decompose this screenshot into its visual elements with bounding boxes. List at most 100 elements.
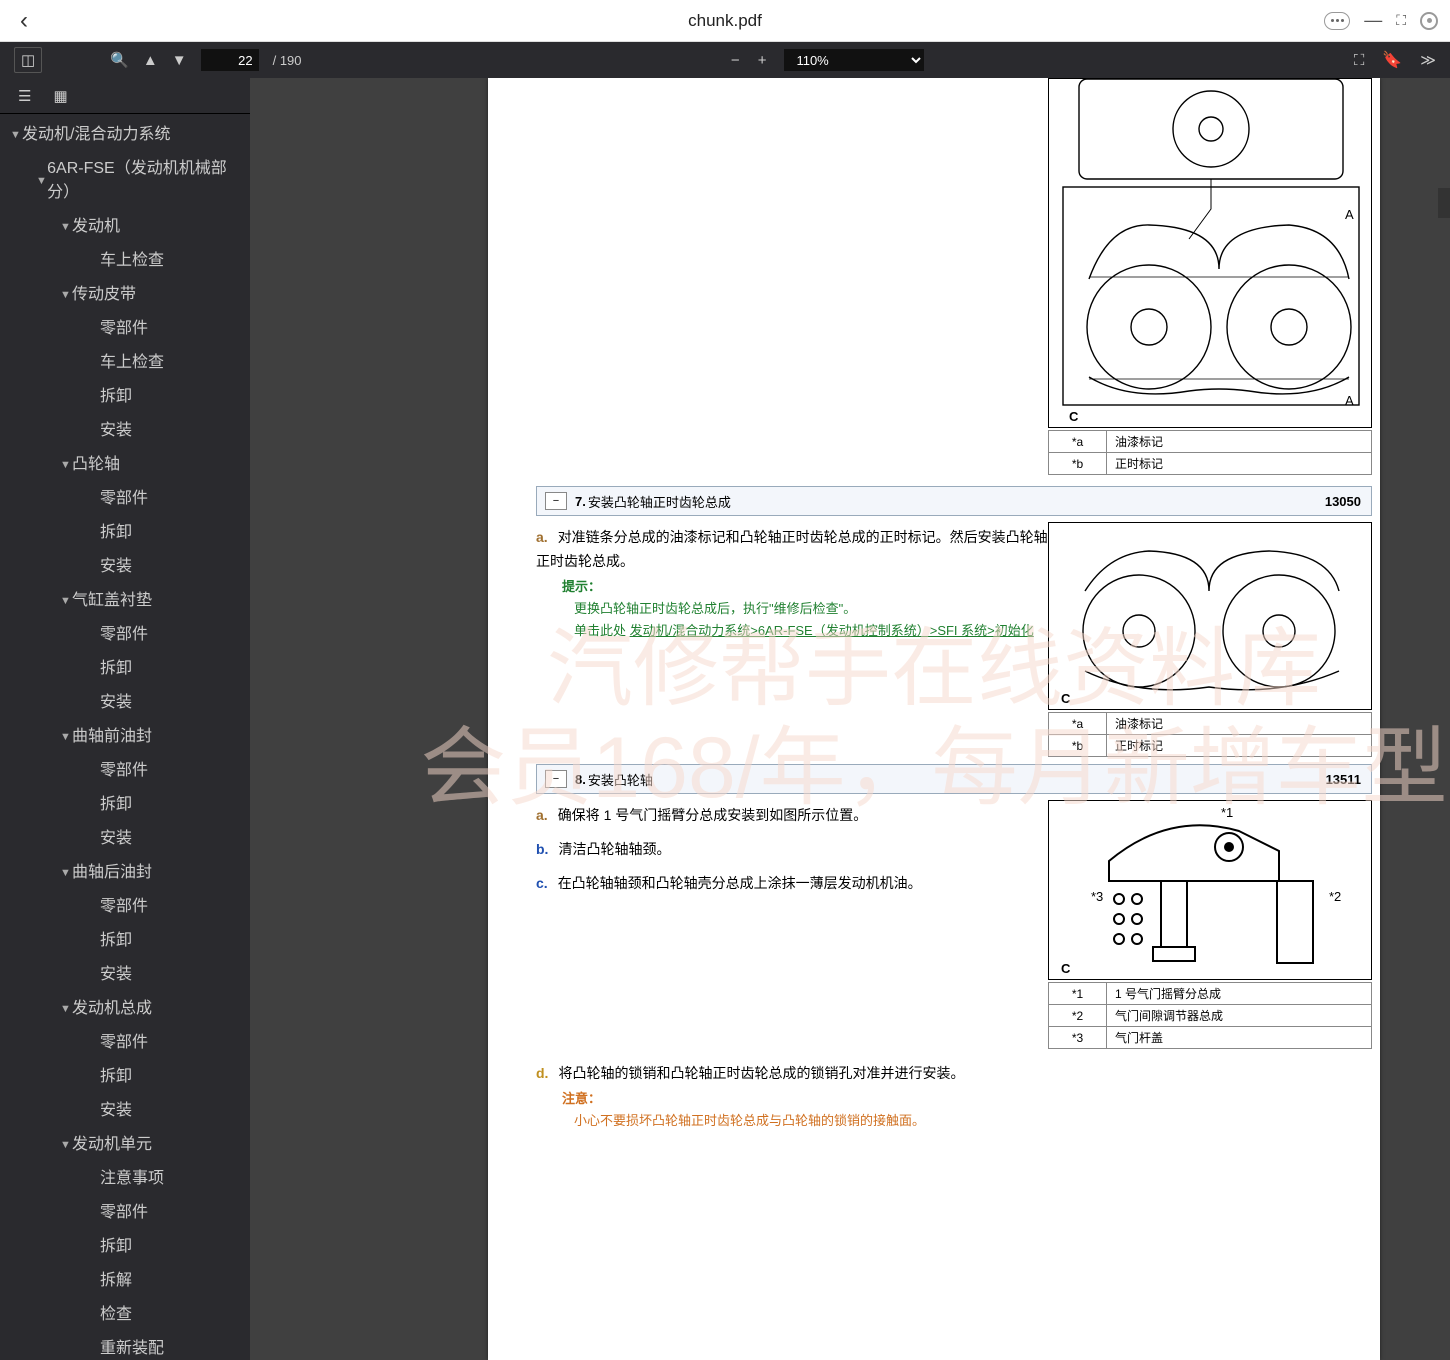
outline-label: 重新装配: [100, 1337, 164, 1360]
outline-item[interactable]: 拆卸: [0, 1230, 250, 1264]
outline-item[interactable]: 零部件: [0, 1196, 250, 1230]
outline-item[interactable]: ▼凸轮轴: [0, 448, 250, 482]
svg-text:*3: *3: [1091, 889, 1103, 904]
outline-label: 零部件: [100, 1201, 148, 1225]
collapse-icon[interactable]: −: [545, 770, 567, 788]
presentation-button[interactable]: ⛶: [1354, 52, 1365, 69]
outline-view-button[interactable]: ☰: [18, 87, 31, 105]
outline-item[interactable]: 拆卸: [0, 380, 250, 414]
outline-label: 车上检查: [100, 351, 164, 375]
svg-text:C: C: [1069, 409, 1079, 424]
page-total-label: / 190: [273, 53, 302, 68]
outline-item[interactable]: 零部件: [0, 618, 250, 652]
outline-item[interactable]: 安装: [0, 958, 250, 992]
outline-item[interactable]: 车上检查: [0, 346, 250, 380]
svg-text:*2: *2: [1329, 889, 1341, 904]
outline-label: 安装: [100, 691, 132, 715]
outline-label: 零部件: [100, 1031, 148, 1055]
outline-item[interactable]: ▼发动机: [0, 210, 250, 244]
outline-item[interactable]: 安装: [0, 414, 250, 448]
pdf-toolbar: ◫ 🔍 ▲ ▼ / 190 − + 110% ⛶ 🔖 ≫: [0, 42, 1450, 78]
outline-item[interactable]: ▼气缸盖衬垫: [0, 584, 250, 618]
outline-label: 发动机单元: [72, 1133, 152, 1157]
zoom-out-button[interactable]: −: [731, 52, 740, 69]
zoom-select[interactable]: 110%: [784, 49, 924, 71]
minimize-button[interactable]: —: [1364, 10, 1382, 31]
outline-item[interactable]: ▼发动机/混合动力系统: [0, 118, 250, 152]
hint-link[interactable]: 发动机/混合动力系统>6AR-FSE（发动机控制系统）>SFI 系统>初始化: [630, 623, 1034, 638]
step-8-body: a.确保将 1 号气门摇臂分总成安装到如图所示位置。 b.清洁凸轮轴轴颈。 c.…: [536, 804, 1056, 895]
outline-label: 车上检查: [100, 249, 164, 273]
outline-item[interactable]: 拆卸: [0, 652, 250, 686]
outline-label: 传动皮带: [72, 283, 136, 307]
zoom-in-button[interactable]: +: [758, 52, 767, 69]
outline-item[interactable]: 安装: [0, 686, 250, 720]
outline-item[interactable]: ▼传动皮带: [0, 278, 250, 312]
outline-item[interactable]: 拆卸: [0, 924, 250, 958]
outline-label: 发动机: [72, 215, 120, 239]
outline-item[interactable]: 拆卸: [0, 516, 250, 550]
outline-item[interactable]: 拆卸: [0, 1060, 250, 1094]
sidebar-toggle-button[interactable]: ◫: [14, 47, 42, 73]
pdf-page: 汽修帮手在线资料库会员168/年，每月新增车型: [488, 78, 1380, 1360]
outline-item[interactable]: 安装: [0, 550, 250, 584]
outline-label: 安装: [100, 827, 132, 851]
outline-item[interactable]: 零部件: [0, 1026, 250, 1060]
outline-label: 注意事项: [100, 1167, 164, 1191]
step-7-header[interactable]: − 7. 安装凸轮轴正时齿轮总成 13050: [536, 486, 1372, 516]
bookmark-icon[interactable]: 🔖: [1382, 50, 1402, 70]
svg-text:C: C: [1061, 961, 1071, 976]
page-down-button[interactable]: ▼: [172, 52, 187, 69]
window-titlebar: ‹ chunk.pdf — ⛶: [0, 0, 1450, 42]
svg-text:A: A: [1345, 393, 1354, 408]
outline-item[interactable]: 拆卸: [0, 788, 250, 822]
outline-item[interactable]: 零部件: [0, 890, 250, 924]
outline-item[interactable]: ▼6AR-FSE（发动机机械部分）: [0, 152, 250, 210]
tools-menu-button[interactable]: ≫: [1420, 51, 1436, 69]
outline-label: 检查: [100, 1303, 132, 1327]
thumbnail-view-button[interactable]: ▦: [53, 87, 67, 105]
outline-item[interactable]: 零部件: [0, 754, 250, 788]
back-button[interactable]: ‹: [12, 7, 36, 35]
outline-label: 凸轮轴: [72, 453, 120, 477]
search-icon[interactable]: 🔍: [110, 51, 129, 69]
figure-2-key: *a油漆标记 *b正时标记: [1048, 712, 1372, 757]
outline-item[interactable]: 零部件: [0, 482, 250, 516]
figure-2: C: [1048, 522, 1372, 710]
collapse-icon[interactable]: −: [545, 492, 567, 510]
outline-item[interactable]: ▼曲轴前油封: [0, 720, 250, 754]
outline-item[interactable]: 车上检查: [0, 244, 250, 278]
outline-item[interactable]: 安装: [0, 1094, 250, 1128]
outline-label: 安装: [100, 963, 132, 987]
outline-item[interactable]: ▼发动机总成: [0, 992, 250, 1026]
page-viewport[interactable]: 汽修帮手在线资料库会员168/年，每月新增车型: [250, 78, 1450, 1360]
outline-label: 拆卸: [100, 1065, 132, 1089]
step-7-body: a.对准链条分总成的油漆标记和凸轮轴正时齿轮总成的正时标记。然后安装凸轮轴正时齿…: [536, 526, 1056, 642]
outline-item[interactable]: ▼发动机单元: [0, 1128, 250, 1162]
outline-item[interactable]: 重新装配: [0, 1332, 250, 1360]
page-number-input[interactable]: [201, 49, 259, 71]
outline-sidebar: ☰ ▦ ▼发动机/混合动力系统▼6AR-FSE（发动机机械部分）▼发动机车上检查…: [0, 78, 250, 1360]
outline-label: 安装: [100, 1099, 132, 1123]
step-8d-body: d.将凸轮轴的锁销和凸轮轴正时齿轮总成的锁销孔对准并进行安装。 注意： 小心不要…: [536, 1062, 1316, 1132]
outline-label: 拆卸: [100, 521, 132, 545]
page-up-button[interactable]: ▲: [143, 52, 158, 69]
figure-3: *1 *3 *2 C: [1048, 800, 1372, 980]
outline-item[interactable]: ▼曲轴后油封: [0, 856, 250, 890]
outline-label: 6AR-FSE（发动机机械部分）: [47, 157, 244, 205]
more-menu-button[interactable]: [1324, 12, 1350, 30]
step-8-header[interactable]: − 8. 安装凸轮轴 13511: [536, 764, 1372, 794]
outline-label: 零部件: [100, 623, 148, 647]
outline-item[interactable]: 安装: [0, 822, 250, 856]
fullscreen-button[interactable]: ⛶: [1396, 12, 1406, 29]
outline-label: 曲轴后油封: [72, 861, 152, 885]
outline-label: 发动机总成: [72, 997, 152, 1021]
titlebar-actions: — ⛶: [1324, 10, 1438, 31]
outline-item[interactable]: 拆解: [0, 1264, 250, 1298]
side-tab[interactable]: [1438, 188, 1450, 218]
outline-item[interactable]: 注意事项: [0, 1162, 250, 1196]
target-button[interactable]: [1420, 12, 1438, 30]
outline-item[interactable]: 零部件: [0, 312, 250, 346]
outline-item[interactable]: 检查: [0, 1298, 250, 1332]
figure-3-key: *11 号气门摇臂分总成 *2气门间隙调节器总成 *3气门杆盖: [1048, 982, 1372, 1049]
